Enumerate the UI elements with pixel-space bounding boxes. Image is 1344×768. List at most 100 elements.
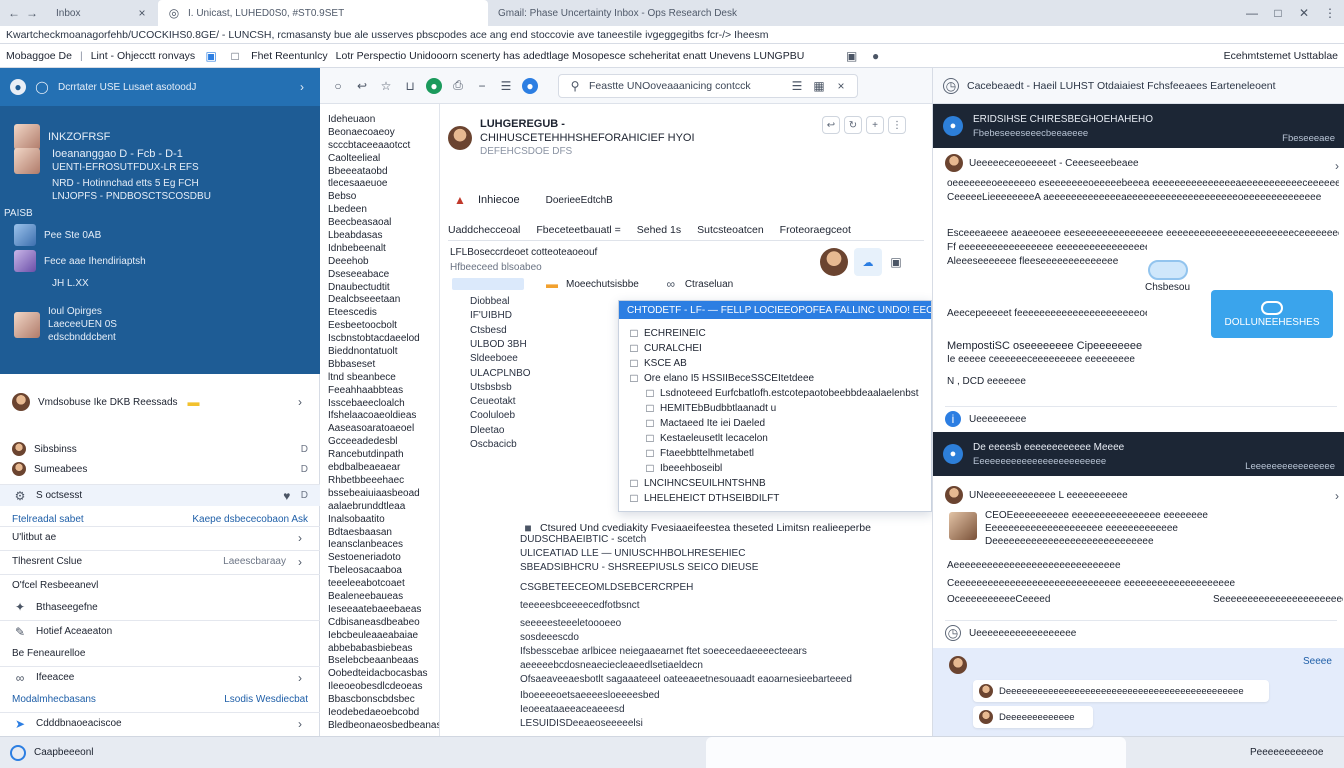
list-item[interactable]: ⚙ S octsesst ♥ D [0,484,320,506]
list-item[interactable]: Modalmhecbasans Lsodis Wesdiecbat [0,688,320,710]
folder-item[interactable]: Eesbeetoocbolt [328,320,439,333]
folder-item[interactable]: tlecesaaeuoe [328,178,439,191]
list-item[interactable]: ∞ Ifeeacee › [0,666,320,688]
image-icon[interactable]: ▣ [888,254,904,270]
thread-item[interactable]: Utsbsbsb [470,382,512,393]
folder-item[interactable]: Bealeneebaueas [328,591,439,604]
search-input[interactable]: ⚲ Feastte UNOoveaaanicing contcck ☰ ▦ × [558,73,858,98]
tab-item[interactable]: Sutcsteoatcen [697,224,764,236]
list-item[interactable]: ➤ Cdddbnaoeaciscoe › [0,712,320,734]
list-item[interactable]: Tlhesrent Cslue Laeescbaraay › [0,550,320,572]
dropdown-header[interactable]: CHTODETF - LF- — FELLP LOCIEEOPOFEA FALL… [619,301,931,319]
profile-icon[interactable]: ● [868,48,884,64]
tab-item[interactable]: Fbeceteetbauatl = [536,224,620,236]
folder-item[interactable]: Tbeleosacaaboa [328,565,439,578]
archive-icon[interactable]: ⊔ [402,78,418,94]
folder-item[interactable]: Bbascbonscbdsbec [328,694,439,707]
chevron-right-icon[interactable]: › [292,670,308,686]
bookmark[interactable]: Ecehmtstemet Usttablae [1224,50,1338,62]
list-item[interactable]: ✎ Hotief Aceaeaton [0,620,320,642]
close-icon[interactable]: × [134,5,150,21]
thread-item[interactable]: Dleetao [470,425,504,436]
folder-item[interactable]: Iscbnstobtacdaeelod [328,333,439,346]
close-window-icon[interactable]: ✕ [1296,5,1312,21]
notification-item[interactable]: Fece aae Ihendiriaptsh [14,250,146,272]
folder-item[interactable]: Cdbisaneasdbeabeo [328,617,439,630]
folder-item[interactable]: Rhbetbbeeehaec [328,475,439,488]
thread-item[interactable]: ULACPLNBO [470,368,531,379]
delete-icon[interactable]: − [474,78,490,94]
notification-item[interactable]: JH L.XX [52,278,89,289]
notification-item[interactable]: Ioeananggao D - Fcb - D-1 UENTI-EFROSUTF… [52,148,199,173]
filter-icon[interactable]: ☰ [789,78,805,94]
folder-item[interactable]: Deeehob [328,256,439,269]
refresh-button[interactable]: ↻ [844,116,862,134]
tab-item[interactable]: Froteoraegceot [780,224,851,236]
folder-item[interactable]: teeeleeabotcoaet [328,578,439,591]
folder-item[interactable]: Ieodebedaeoebcobd [328,707,439,720]
dropdown-item[interactable]: □ LHELEHEICT DTHSEIBDILFT [629,490,779,506]
minimize-icon[interactable]: — [1244,5,1260,21]
chevron-right-icon[interactable]: › [292,554,308,570]
folder-item[interactable]: Eteescedis [328,307,439,320]
back-icon[interactable]: ← [6,5,22,21]
tab-inbox[interactable]: Inbox × [48,0,158,26]
folder-item[interactable]: Bbbaseset [328,359,439,372]
folder-item[interactable]: aalaebrunddtleaa [328,501,439,514]
forward-icon[interactable]: → [24,5,40,21]
folder-item[interactable]: Dnaubectudtit [328,282,439,295]
tab-item[interactable]: Uaddchecceoal [448,224,520,236]
folder-item[interactable]: abbebabasbiebeas [328,643,439,656]
folder-item[interactable]: Ileeoeobesdlcdeoeas [328,681,439,694]
folder-item[interactable]: Feeahhaabbteas [328,385,439,398]
tab-mail[interactable]: Gmail: Phase Uncertainty Inbox - Ops Res… [490,0,1010,26]
sender-row[interactable]: Ueeeeeceeoeeeeet - Ceeeseeebeaee [945,154,1139,172]
sender-row[interactable]: UNeeeeeeeeeeeee L eeeeeeeeeee [945,486,1128,504]
folder-item[interactable]: Ifshelaacoaeoldieas [328,410,439,423]
dropdown-item[interactable]: □ LNCIHNCSEUILHNTSHNB [629,475,765,491]
status-icon[interactable]: ● [426,77,442,94]
account-icon[interactable]: ● [522,77,538,94]
notification-item[interactable]: NRD - Hotinnchad etts 5 Eg FCH LNJOPFS -… [52,178,211,202]
folder-item[interactable]: Caolteelieal [328,153,439,166]
tab-active[interactable]: ◎ I. Unicast, LUHED0S0, #ST0.9SET [158,0,488,26]
list-header[interactable]: Vmdsobuse Ike DKB Reessads ▬ › [0,390,320,414]
list-item[interactable]: Sibsbinss D [0,438,320,460]
cloud-widget[interactable]: Chsbesou [1145,260,1190,293]
attachment-icon[interactable]: ☁ [854,248,882,276]
folder-item[interactable]: Dealcbseeetaan [328,294,439,307]
action-row[interactable]: ◷ Ueeeeeeeeeeeeeeeeee [945,620,1337,641]
folder-item[interactable]: Beonaecoaeoy [328,127,439,140]
dropdown-item[interactable]: □ ECHREINEIC [629,325,705,341]
folder-item[interactable]: Aaseasoaratoaeoel [328,423,439,436]
cloud-sync-button[interactable]: DOLLUNEEHESHES [1211,290,1333,338]
folder-item[interactable]: Bbeeeataobd [328,166,439,179]
folder-item[interactable]: Rancebutdinpath [328,449,439,462]
dropdown-item[interactable]: □ Mactaeed Ite iei Daeled [645,415,765,431]
contact-avatar[interactable] [820,248,848,276]
dropdown-item[interactable]: □ KSCE AB [629,355,686,371]
chevron-right-icon[interactable]: › [292,530,308,546]
folder-item[interactable]: Beecbeasaoal [328,217,439,230]
chat-message[interactable]: Deeeeeeeeeeeeeeeeeeeeeeeeeeeeeeeeeeeeeee… [973,680,1269,702]
dropdown-item[interactable]: □ Ftaeebbttelhmetabetl [645,445,754,461]
folder-item[interactable]: Bledbeonaeosbedbeanas [328,720,439,733]
folder-item[interactable]: bssebeaiuiaasbeoad [328,488,439,501]
folder-item[interactable]: Sestoeneriadoto [328,552,439,565]
folder-item[interactable]: Isscebaeecloalch [328,398,439,411]
notification-item[interactable]: Ioul Opirges LaeceeUEN 0S edscbnddcbent [14,306,117,343]
notification-card[interactable]: ● ERIDSIHSE CHIRESBEGHOEHAHEHO Fbebeseee… [933,104,1344,148]
dropdown-item[interactable]: □ Ore elano I5 HSSIIBeceSSCEItetdeee [629,370,814,386]
folder-item[interactable]: Ieseeaatebaeebaeas [328,604,439,617]
chevron-right-icon[interactable]: › [292,394,308,410]
bookmark[interactable]: Lotr Perspectio Unidooorn scenerty has a… [336,50,836,62]
folder-item[interactable]: Oobedteidacbocasbas [328,668,439,681]
maximize-icon[interactable]: □ [1270,5,1286,21]
thread-item[interactable]: IF'UIBHD [470,310,512,321]
dropdown-item[interactable]: □ Kestaeleusetlt lecacelon [645,430,767,446]
thread-item[interactable]: Diobbeal [470,296,509,307]
chevron-right-icon[interactable]: › [294,79,310,95]
folder-item[interactable]: Ideheuaon [328,114,439,127]
list-item[interactable]: Be Feneaurelloe [0,642,320,664]
address-bar[interactable]: Kwartcheckmoanagorfehb/UCOCKIHS0.8GE/ - … [0,26,1344,44]
